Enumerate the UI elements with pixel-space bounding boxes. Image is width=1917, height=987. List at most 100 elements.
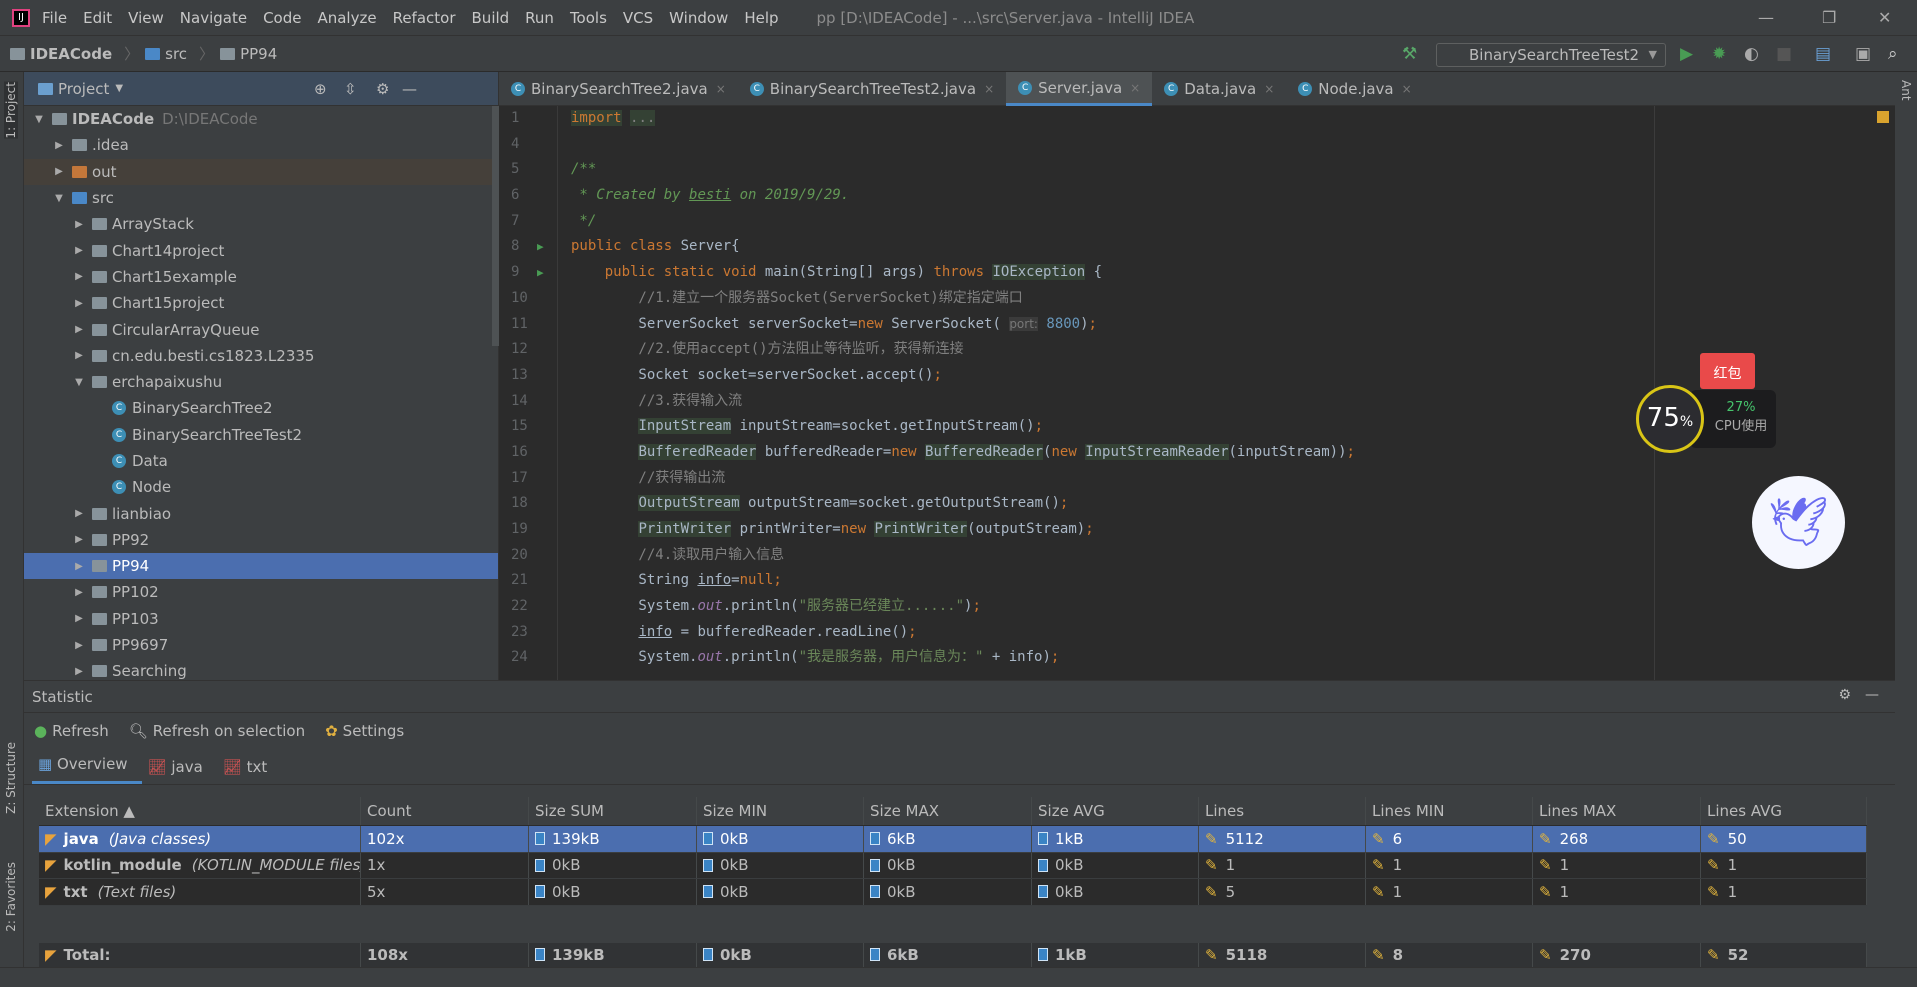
collapsed-arrow-icon[interactable]: ▶: [72, 666, 86, 677]
hide-icon[interactable]: —: [402, 80, 417, 98]
run-configuration-select[interactable]: BinarySearchTreeTest2 ▼: [1436, 43, 1666, 67]
tab-overview[interactable]: ▦ Overview: [32, 755, 142, 784]
tree-item[interactable]: ▶ PP102: [24, 579, 498, 605]
menu-vcs[interactable]: VCS: [623, 9, 653, 27]
tree-scrollbar[interactable]: [492, 106, 499, 346]
tree-item[interactable]: ▶ lianbiao: [24, 500, 498, 526]
tree-item[interactable]: ▶ .idea: [24, 132, 498, 158]
breadcrumb-src[interactable]: src: [145, 45, 187, 63]
structure-tool-button[interactable]: Z: Structure: [4, 742, 18, 814]
tree-item[interactable]: ▶ PP9697: [24, 632, 498, 658]
collapsed-arrow-icon[interactable]: ▶: [72, 271, 86, 282]
tree-item[interactable]: ▶ PP103: [24, 606, 498, 632]
inspection-status-icon[interactable]: [1877, 111, 1889, 123]
table-row[interactable]: ◤ java (Java classes) 102x 139kB 0kB 6kB 1kB ✎ 51…: [39, 826, 1867, 853]
minimize-button[interactable]: —: [1758, 8, 1774, 27]
column-header[interactable]: Lines: [1199, 797, 1366, 825]
tab-data-java[interactable]: C Data.java ×: [1152, 72, 1286, 106]
tree-item[interactable]: ▶ Chart15example: [24, 264, 498, 290]
menu-edit[interactable]: Edit: [83, 9, 112, 27]
menu-run[interactable]: Run: [525, 9, 554, 27]
tree-item[interactable]: ▶ PP92: [24, 527, 498, 553]
table-row[interactable]: ◤ kotlin_module (KOTLIN_MODULE files) 1x 0kB…: [39, 852, 1867, 879]
settings-button[interactable]: ✿ Settings: [325, 722, 404, 740]
close-window-button[interactable]: ✕: [1878, 8, 1891, 27]
menu-code[interactable]: Code: [263, 9, 301, 27]
project-tool-button[interactable]: 1: Project: [4, 82, 18, 139]
tree-item[interactable]: ▼ src: [24, 185, 498, 211]
collapsed-arrow-icon[interactable]: ▶: [72, 298, 86, 309]
maximize-button[interactable]: ❐: [1822, 8, 1836, 27]
locate-icon[interactable]: ⊕: [314, 80, 327, 98]
total-row[interactable]: ◤ Total: 108x 139kB 0kB 6kB 1kB ✎ 5118 ✎ 8 ✎ 270 ✎ 52: [39, 942, 1867, 968]
refresh-on-selection-button[interactable]: 🔍︎ Refresh on selection: [129, 722, 305, 740]
tab-binarysearchtreetest2-java[interactable]: C BinarySearchTreeTest2.java ×: [738, 72, 1006, 106]
hide-icon[interactable]: —: [1865, 687, 1879, 703]
ant-tool-button[interactable]: Ant: [1899, 80, 1913, 101]
favorites-tool-button[interactable]: 2: Favorites: [4, 862, 18, 932]
tree-item[interactable]: C Data: [24, 448, 498, 474]
menu-refactor[interactable]: Refactor: [393, 9, 456, 27]
menu-analyze[interactable]: Analyze: [317, 9, 376, 27]
collapsed-arrow-icon[interactable]: ▶: [72, 587, 86, 598]
close-tab-icon[interactable]: ×: [716, 82, 726, 96]
column-header[interactable]: Count: [361, 797, 529, 825]
menu-window[interactable]: Window: [669, 9, 728, 27]
column-header[interactable]: Extension ▲: [39, 797, 361, 825]
tab-java[interactable]: 📈︎ java: [142, 758, 217, 784]
column-header[interactable]: Lines MIN: [1366, 797, 1533, 825]
menu-view[interactable]: View: [128, 9, 164, 27]
collapsed-arrow-icon[interactable]: ▶: [72, 219, 86, 230]
collapsed-arrow-icon[interactable]: ▶: [72, 561, 86, 572]
close-tab-icon[interactable]: ×: [984, 82, 994, 96]
collapsed-arrow-icon[interactable]: ▶: [52, 166, 66, 177]
build-hammer-icon[interactable]: ⚒: [1402, 44, 1417, 64]
run-icon[interactable]: ▶: [1680, 44, 1693, 64]
collapsed-arrow-icon[interactable]: ▶: [72, 324, 86, 335]
tree-item[interactable]: ▶ out: [24, 158, 498, 185]
tree-item[interactable]: C BinarySearchTreeTest2: [24, 422, 498, 448]
search-icon[interactable]: ⌕: [1888, 44, 1898, 64]
tree-item[interactable]: ▶ PP94: [24, 553, 498, 580]
collapsed-arrow-icon[interactable]: ▶: [72, 534, 86, 545]
red-packet-widget[interactable]: 红包: [1700, 353, 1755, 389]
xunlei-bird-icon[interactable]: 🕊︎: [1752, 476, 1845, 569]
collapsed-arrow-icon[interactable]: ▶: [72, 245, 86, 256]
menu-navigate[interactable]: Navigate: [180, 9, 247, 27]
column-header[interactable]: Lines AVG: [1701, 797, 1867, 825]
tree-item[interactable]: C BinarySearchTree2: [24, 395, 498, 421]
tab-server-java[interactable]: C Server.java ×: [1006, 72, 1153, 106]
run-gutter-icon[interactable]: ▶: [537, 234, 544, 260]
terminal-icon[interactable]: ▣: [1855, 44, 1871, 64]
column-header[interactable]: Lines MAX: [1533, 797, 1701, 825]
tree-item[interactable]: ▶ CircularArrayQueue: [24, 316, 498, 342]
tree-item[interactable]: ▶ Chart15project: [24, 290, 498, 316]
expanded-arrow-icon[interactable]: ▼: [32, 114, 46, 125]
tab-txt[interactable]: 📈︎ txt: [217, 758, 281, 784]
tab-binarysearchtree2-java[interactable]: C BinarySearchTree2.java ×: [499, 72, 738, 106]
stop-icon[interactable]: ■: [1776, 44, 1792, 64]
table-row[interactable]: ◤ txt (Text files) 5x 0kB 0kB 0kB 0kB ✎ 5 ✎ 1 ✎ 1 ✎ 1: [39, 879, 1867, 906]
menu-file[interactable]: File: [42, 9, 67, 27]
collapsed-arrow-icon[interactable]: ▶: [52, 140, 66, 151]
memory-ring-widget[interactable]: 75%: [1636, 385, 1704, 453]
collapsed-arrow-icon[interactable]: ▶: [72, 508, 86, 519]
close-tab-icon[interactable]: ×: [1130, 81, 1140, 95]
project-structure-icon[interactable]: ▤: [1815, 44, 1831, 64]
close-tab-icon[interactable]: ×: [1264, 82, 1274, 96]
debug-icon[interactable]: ✹: [1712, 44, 1726, 64]
menu-help[interactable]: Help: [744, 9, 778, 27]
expanded-arrow-icon[interactable]: ▼: [52, 193, 66, 204]
tree-item[interactable]: ▶ cn.edu.besti.cs1823.L2335: [24, 343, 498, 369]
refresh-button[interactable]: ● Refresh: [34, 722, 109, 740]
column-header[interactable]: Size SUM: [529, 797, 697, 825]
gear-icon[interactable]: ⚙: [1838, 687, 1851, 703]
tree-item[interactable]: ▼ IDEACode D:\IDEACode: [24, 106, 498, 132]
menu-tools[interactable]: Tools: [570, 9, 607, 27]
coverage-icon[interactable]: ◐: [1744, 44, 1759, 64]
tree-item[interactable]: ▶ ArrayStack: [24, 211, 498, 237]
tab-node-java[interactable]: C Node.java ×: [1286, 72, 1423, 106]
tree-item[interactable]: ▼ erchapaixushu: [24, 369, 498, 395]
gear-icon[interactable]: ⚙: [376, 80, 389, 98]
expanded-arrow-icon[interactable]: ▼: [72, 377, 86, 388]
